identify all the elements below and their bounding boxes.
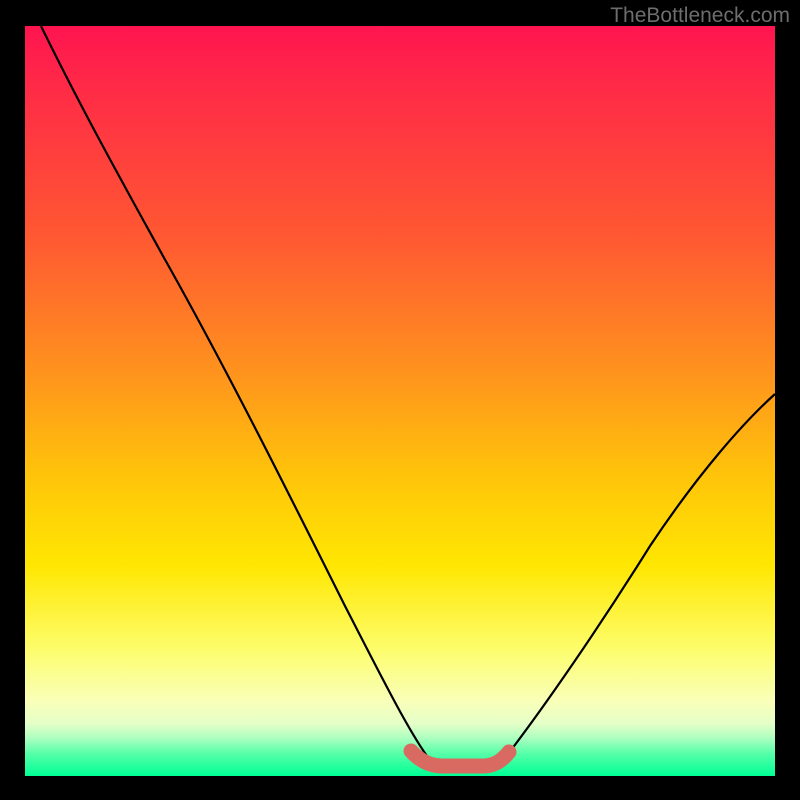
bottleneck-curve <box>41 26 775 766</box>
watermark-text: TheBottleneck.com <box>610 4 790 28</box>
chart-frame: TheBottleneck.com <box>0 0 800 800</box>
curve-layer <box>25 26 775 776</box>
plot-area <box>25 26 775 776</box>
